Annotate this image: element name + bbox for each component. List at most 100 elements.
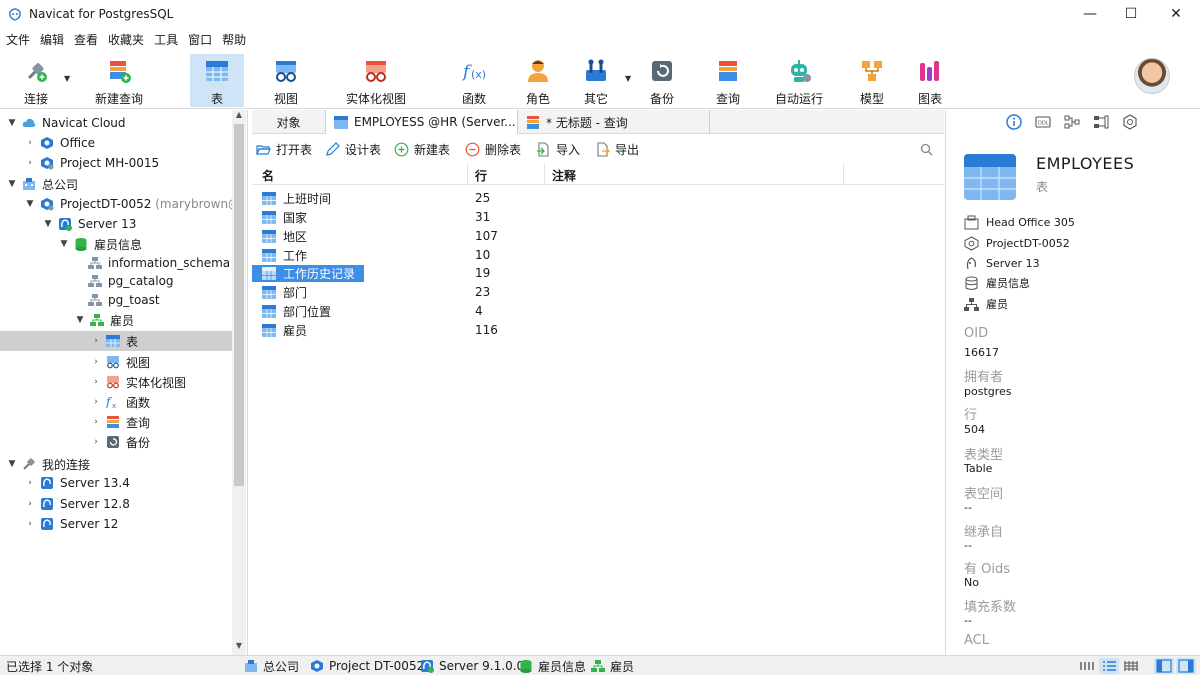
tree-project-dt[interactable]: ▼ ProjectDT-0052 (marybrown@ [24, 194, 241, 214]
toggle-info-pane-button[interactable] [1176, 658, 1196, 674]
minimize-button[interactable]: — [1068, 0, 1112, 28]
toolbar-table-button[interactable]: 表 [190, 54, 244, 107]
tree-navicat-cloud[interactable]: ▼ Navicat Cloud [6, 113, 126, 133]
tree-office[interactable]: › Office [24, 133, 95, 153]
tree-db-hr[interactable]: ▼ 雇员信息 [58, 234, 142, 254]
other-dropdown-icon[interactable]: ▼ [625, 74, 631, 83]
connect-dropdown-icon[interactable]: ▼ [64, 74, 70, 83]
expand-icon[interactable]: › [90, 417, 102, 427]
tree-schema-information[interactable]: information_schema [88, 253, 230, 273]
toolbar-view-button[interactable]: 视图 [264, 54, 308, 107]
export-button[interactable]: 导出 [595, 140, 639, 158]
expand-icon[interactable]: › [90, 377, 102, 387]
tree-node-functions[interactable]: › fx 函数 [90, 392, 150, 412]
tree-server-13-4[interactable]: › Server 13.4 [24, 473, 130, 493]
toolbar-connect-button[interactable]: 连接 [14, 54, 58, 107]
collapse-icon[interactable]: ▼ [74, 315, 86, 325]
info-icon[interactable] [1006, 114, 1022, 130]
column-name-header[interactable]: 名 [262, 167, 274, 184]
menu-file[interactable]: 文件 [0, 29, 34, 51]
collapse-icon[interactable]: ▼ [58, 239, 70, 249]
collapse-icon[interactable]: ▼ [6, 179, 18, 189]
toolbar-chart-button[interactable]: 图表 [910, 54, 950, 107]
navigation-scrollbar[interactable]: ▲ ▼ [232, 110, 246, 655]
tab-employees-table[interactable]: EMPLOYESS @HR (Server... [326, 110, 518, 134]
menu-view[interactable]: 查看 [68, 29, 102, 51]
breadcrumb-database[interactable]: 雇员信息 [519, 658, 586, 674]
tree-project-mh[interactable]: › Project MH-0015 [24, 153, 159, 173]
close-button[interactable]: ✕ [1154, 0, 1198, 28]
column-divider[interactable] [467, 163, 468, 185]
tree-server-12[interactable]: › Server 12 [24, 514, 118, 534]
detail-view-button[interactable] [1099, 658, 1119, 674]
expand-icon[interactable]: › [24, 478, 36, 488]
table-row[interactable]: 工作 10 [252, 246, 944, 265]
toolbar-other-button[interactable]: 其它 [576, 54, 616, 107]
menu-tools[interactable]: 工具 [148, 29, 182, 51]
tree-schema-employees[interactable]: ▼ 雇员 [74, 310, 134, 330]
collapse-icon[interactable]: ▼ [42, 219, 54, 229]
tree-node-tables[interactable]: › 表 [0, 331, 232, 351]
tree-node-queries[interactable]: › 查询 [90, 412, 150, 432]
expand-icon[interactable]: › [24, 138, 36, 148]
tree-node-views[interactable]: › 视图 [90, 352, 150, 372]
toolbar-new-query-button[interactable]: 新建查询 [88, 54, 150, 107]
ddl-icon[interactable]: DDL [1035, 114, 1051, 130]
expand-icon[interactable]: › [24, 519, 36, 529]
menu-help[interactable]: 帮助 [216, 29, 250, 51]
list-view-button[interactable] [1077, 658, 1097, 674]
toolbar-backup-button[interactable]: 备份 [642, 54, 682, 107]
toolbar-automation-button[interactable]: 自动运行 [770, 54, 828, 107]
tree-schema-catalog[interactable]: pg_catalog [88, 271, 174, 291]
collapse-icon[interactable]: ▼ [6, 118, 18, 128]
tab-untitled-query[interactable]: * 无标题 - 查询 [518, 110, 710, 134]
menu-edit[interactable]: 编辑 [34, 29, 68, 51]
table-row[interactable]: 上班时间 25 [252, 189, 944, 208]
tree-my-connections[interactable]: ▼ 我的连接 [6, 454, 90, 474]
column-divider[interactable] [843, 163, 844, 185]
breadcrumb-server[interactable]: Server 9.1.0.0 [420, 658, 524, 674]
settings-hexagon-icon[interactable] [1122, 114, 1138, 130]
table-row[interactable]: 部门 23 [252, 283, 944, 302]
table-row[interactable]: 雇员 116 [252, 321, 944, 340]
expand-icon[interactable]: › [90, 437, 102, 447]
toolbar-model-button[interactable]: 模型 [852, 54, 892, 107]
table-row[interactable]: 部门位置 4 [252, 302, 944, 321]
menu-window[interactable]: 窗口 [182, 29, 216, 51]
toolbar-query-button[interactable]: 查询 [708, 54, 748, 107]
tree-server-12-8[interactable]: › Server 12.8 [24, 494, 130, 514]
table-row[interactable]: 地区 107 [252, 227, 944, 246]
dependency-icon[interactable] [1064, 114, 1080, 130]
menu-favorites[interactable]: 收藏夹 [102, 29, 148, 51]
import-button[interactable]: 导入 [536, 140, 580, 158]
collapse-icon[interactable]: ▼ [6, 459, 18, 469]
tree-server-13[interactable]: ▼ Server 13 [42, 214, 136, 234]
column-comment-header[interactable]: 注释 [552, 167, 576, 184]
tree-node-backups[interactable]: › 备份 [90, 432, 150, 452]
toolbar-materialized-view-button[interactable]: 实体化视图 [340, 54, 412, 107]
column-rows-header[interactable]: 行 [475, 167, 487, 184]
open-table-button[interactable]: 打开表 [256, 140, 312, 158]
toggle-nav-pane-button[interactable] [1154, 658, 1174, 674]
scroll-up-icon[interactable]: ▲ [232, 110, 246, 122]
expand-icon[interactable]: › [90, 336, 102, 346]
delete-table-button[interactable]: 删除表 [465, 140, 521, 158]
tree-node-matviews[interactable]: › 实体化视图 [90, 372, 186, 392]
new-table-button[interactable]: 新建表 [394, 140, 450, 158]
expand-icon[interactable]: › [90, 397, 102, 407]
tree-schema-toast[interactable]: pg_toast [88, 290, 160, 310]
breadcrumb-project[interactable]: Project DT-0052 [310, 658, 424, 674]
table-row[interactable]: 国家 31 [252, 208, 944, 227]
collapse-icon[interactable]: ▼ [24, 199, 36, 209]
scroll-down-icon[interactable]: ▼ [232, 641, 246, 653]
scrollbar-thumb[interactable] [234, 124, 244, 486]
column-divider[interactable] [544, 163, 545, 185]
table-row-selected[interactable]: 工作历史记录 19 [252, 264, 944, 283]
breadcrumb-schema[interactable]: 雇员 [591, 658, 634, 674]
grid-view-button[interactable] [1121, 658, 1141, 674]
search-icon[interactable] [920, 143, 933, 156]
expand-icon[interactable]: › [90, 357, 102, 367]
toolbar-function-button[interactable]: f (x) 函数 [452, 54, 496, 107]
maximize-button[interactable]: ☐ [1109, 0, 1153, 28]
tree-head-company[interactable]: ▼ 总公司 [6, 174, 78, 194]
